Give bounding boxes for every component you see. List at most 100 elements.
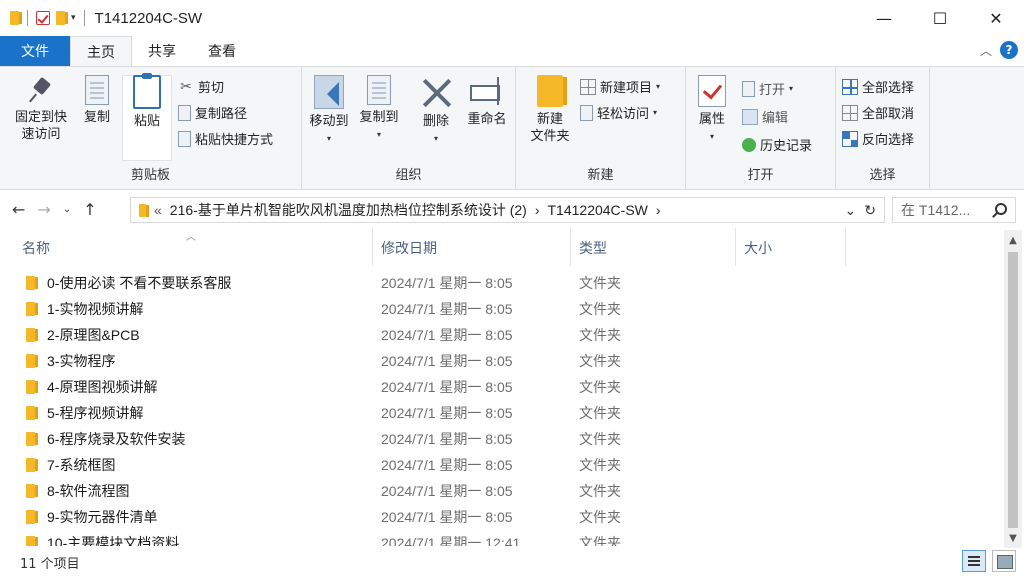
open-dropdown-icon: ▾: [789, 84, 794, 93]
list-item[interactable]: 6-程序烧录及软件安装 2024/7/1 星期一 8:05 文件夹: [0, 426, 1000, 452]
invert-selection-button[interactable]: 反向选择: [842, 129, 914, 148]
up-icon[interactable]: ↑: [83, 200, 96, 219]
easy-access-button[interactable]: 轻松访问 ▾: [580, 103, 657, 122]
column-header-size[interactable]: 大小: [736, 228, 846, 266]
column-name-label: 名称: [22, 241, 50, 257]
search-placeholder: 在 T1412...: [901, 202, 971, 218]
copy-path-button[interactable]: 复制路径: [178, 103, 247, 122]
item-date: 2024/7/1 星期一 12:41: [381, 535, 521, 546]
new-folder-label: 新建 文件夹: [530, 112, 570, 144]
new-folder-button[interactable]: 新建 文件夹: [526, 75, 574, 145]
tab-view[interactable]: 查看: [192, 36, 252, 66]
select-all-button[interactable]: 全部选择: [842, 77, 914, 96]
move-to-button[interactable]: 移动到 ▾: [304, 75, 354, 147]
list-item[interactable]: 1-实物视频讲解 2024/7/1 星期一 8:05 文件夹: [0, 296, 1000, 322]
delete-button[interactable]: 删除 ▾: [418, 75, 454, 147]
large-icons-view-icon[interactable]: [992, 550, 1016, 572]
item-type: 文件夹: [579, 431, 621, 447]
scroll-down-icon[interactable]: ▼: [1004, 530, 1022, 548]
column-header-name[interactable]: ︿ 名称: [0, 228, 373, 266]
search-icon[interactable]: [995, 203, 1007, 215]
open-label: 打开: [759, 83, 786, 98]
tab-file[interactable]: 文件: [0, 36, 70, 66]
item-type: 文件夹: [579, 405, 621, 421]
copy-to-button[interactable]: 复制到 ▾: [354, 75, 404, 143]
paste-shortcut-button[interactable]: 粘贴快捷方式: [178, 129, 273, 148]
collapse-ribbon-icon[interactable]: ︿: [980, 42, 992, 59]
rename-label: 重命名: [467, 112, 507, 127]
copy-to-icon: [367, 75, 391, 105]
list-item[interactable]: 5-程序视频讲解 2024/7/1 星期一 8:05 文件夹: [0, 400, 1000, 426]
item-name: 10-主要模块文档资料: [47, 535, 180, 546]
scroll-up-icon[interactable]: ▲: [1004, 232, 1022, 250]
column-header-type[interactable]: 类型: [571, 228, 736, 266]
new-item-button[interactable]: 新建项目 ▾: [580, 77, 660, 96]
status-bar: 11 个项目: [0, 548, 1024, 576]
breadcrumb-current[interactable]: T1412204C-SW: [548, 202, 648, 218]
copy-icon: [85, 75, 109, 105]
list-item[interactable]: 3-实物程序 2024/7/1 星期一 8:05 文件夹: [0, 348, 1000, 374]
list-item[interactable]: 8-软件流程图 2024/7/1 星期一 8:05 文件夹: [0, 478, 1000, 504]
vertical-scrollbar[interactable]: ▲ ▼: [1004, 230, 1022, 548]
address-bar[interactable]: « 216-基于单片机智能吹风机温度加热档位控制系统设计 (2) › T1412…: [130, 197, 885, 223]
copy-button[interactable]: 复制: [78, 75, 116, 126]
new-folder-icon[interactable]: [56, 11, 68, 25]
tab-home[interactable]: 主页: [70, 36, 132, 66]
list-item[interactable]: 9-实物元器件清单 2024/7/1 星期一 8:05 文件夹: [0, 504, 1000, 530]
list-item[interactable]: 0-使用必读 不看不要联系客服 2024/7/1 星期一 8:05 文件夹: [0, 270, 1000, 296]
help-icon[interactable]: ?: [1000, 41, 1018, 59]
item-type: 文件夹: [579, 275, 621, 291]
pin-quick-access-button[interactable]: 固定到快 速访问: [8, 75, 74, 143]
edit-icon: [742, 108, 758, 125]
back-icon[interactable]: ←: [12, 200, 25, 219]
list-item[interactable]: 10-主要模块文档资料 2024/7/1 星期一 12:41 文件夹: [0, 530, 1000, 546]
item-name: 1-实物视频讲解: [47, 301, 144, 317]
refresh-icon[interactable]: ↻: [864, 202, 876, 219]
properties-button[interactable]: 属性 ▾: [692, 75, 732, 145]
tab-share[interactable]: 共享: [132, 36, 192, 66]
item-name: 3-实物程序: [47, 353, 116, 369]
address-overflow[interactable]: «: [154, 202, 162, 218]
open-group-label: 打开: [747, 168, 774, 183]
rename-icon: [470, 75, 504, 107]
properties-icon: [698, 75, 726, 107]
breadcrumb-separator[interactable]: ›: [535, 202, 540, 218]
list-item[interactable]: 7-系统框图 2024/7/1 星期一 8:05 文件夹: [0, 452, 1000, 478]
item-date: 2024/7/1 星期一 8:05: [381, 301, 513, 317]
divider: [83, 10, 85, 26]
rename-button[interactable]: 重命名: [462, 75, 512, 128]
folder-icon: [26, 458, 38, 472]
view-switcher: [962, 550, 1016, 572]
cut-button[interactable]: ✂ 剪切: [178, 77, 224, 97]
breadcrumb-separator[interactable]: ›: [656, 202, 661, 218]
edit-button[interactable]: 编辑: [742, 107, 788, 126]
delete-icon: [421, 75, 451, 109]
address-dropdown-icon[interactable]: ⌄: [845, 202, 857, 219]
item-date: 2024/7/1 星期一 8:05: [381, 509, 513, 525]
scrollbar-thumb[interactable]: [1008, 252, 1018, 528]
item-date: 2024/7/1 星期一 8:05: [381, 353, 513, 369]
list-item[interactable]: 4-原理图视频讲解 2024/7/1 星期一 8:05 文件夹: [0, 374, 1000, 400]
select-group-label: 选择: [869, 168, 896, 183]
select-none-button[interactable]: 全部取消: [842, 103, 914, 122]
paste-button[interactable]: 粘贴: [124, 73, 170, 130]
open-button[interactable]: 打开 ▾: [742, 79, 793, 98]
column-header-date[interactable]: 修改日期: [373, 228, 571, 266]
easy-access-icon: [580, 104, 593, 121]
breadcrumb-parent[interactable]: 216-基于单片机智能吹风机温度加热档位控制系统设计 (2): [170, 200, 527, 220]
list-item[interactable]: 2-原理图&PCB 2024/7/1 星期一 8:05 文件夹: [0, 322, 1000, 348]
history-button[interactable]: 历史记录: [742, 135, 812, 154]
minimize-button[interactable]: —: [856, 0, 912, 36]
details-view-icon[interactable]: [962, 550, 986, 572]
item-name: 2-原理图&PCB: [47, 327, 140, 343]
close-button[interactable]: ✕: [968, 0, 1024, 36]
forward-icon[interactable]: →: [37, 200, 50, 219]
customize-toolbar-dropdown-icon[interactable]: ▾: [71, 13, 76, 23]
copy-to-label: 复制到: [359, 110, 399, 125]
properties-label: 属性: [698, 112, 725, 127]
properties-check-icon[interactable]: [36, 11, 50, 25]
search-box[interactable]: 在 T1412...: [892, 197, 1016, 223]
maximize-button[interactable]: ☐: [912, 0, 968, 36]
recent-locations-icon[interactable]: ⌄: [63, 204, 71, 215]
folder-icon: [26, 328, 38, 342]
